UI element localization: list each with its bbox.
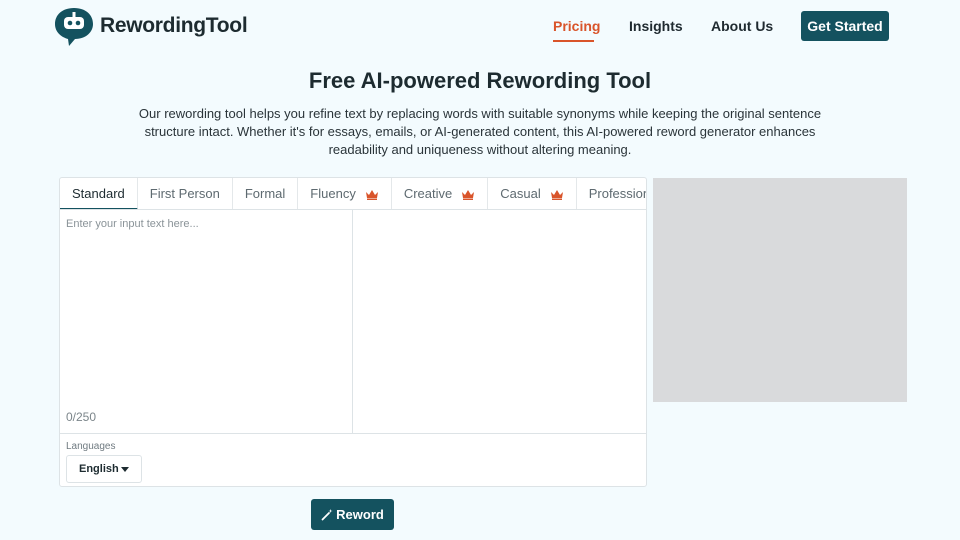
nav-about-us[interactable]: About Us [711, 18, 773, 34]
tab-label: Creative [403, 186, 453, 201]
reword-button[interactable]: Reword [311, 499, 394, 530]
tab-label: Casual [500, 186, 541, 201]
nav-pricing[interactable]: Pricing [553, 18, 600, 34]
rewording-tool-panel: Standard First Person Formal Fluency Cre… [59, 177, 647, 487]
tab-label: Professional [588, 186, 646, 201]
tab-label: Formal [244, 186, 286, 201]
nav-active-indicator [553, 40, 594, 42]
site-header: RewordingTool Pricing Insights About Us … [0, 0, 960, 50]
character-counter: 0/250 [66, 410, 97, 424]
tab-standard[interactable]: Standard [60, 178, 138, 209]
nav-insights[interactable]: Insights [629, 18, 683, 34]
tab-casual[interactable]: Casual [488, 178, 577, 209]
text-panes: 0/250 [60, 210, 646, 434]
get-started-button[interactable]: Get Started [801, 11, 889, 41]
tab-label: Standard [72, 185, 125, 201]
tab-creative[interactable]: Creative [392, 178, 489, 209]
tab-label: First Person [149, 186, 220, 201]
tab-first-person[interactable]: First Person [138, 178, 233, 209]
ad-placeholder [653, 178, 907, 402]
crown-icon [461, 188, 475, 200]
tab-label: Fluency [310, 186, 356, 201]
language-select[interactable]: English [66, 455, 142, 483]
tab-fluency[interactable]: Fluency [298, 178, 392, 209]
input-textarea[interactable] [60, 210, 352, 400]
output-pane [354, 210, 646, 434]
tab-professional[interactable]: Professional [577, 178, 646, 209]
caret-down-icon [121, 467, 129, 472]
reword-button-label: Reword [336, 507, 384, 522]
magic-wand-icon [321, 508, 334, 521]
mode-tabs: Standard First Person Formal Fluency Cre… [60, 178, 646, 210]
crown-icon [365, 188, 379, 200]
page-description: Our rewording tool helps you refine text… [138, 106, 822, 157]
input-pane: 0/250 [60, 210, 353, 434]
languages-label: Languages [66, 441, 116, 452]
tab-formal[interactable]: Formal [233, 178, 299, 209]
page-title: Free AI-powered Rewording Tool [308, 68, 652, 93]
crown-icon [550, 188, 564, 200]
language-selected-value: English [79, 463, 119, 475]
